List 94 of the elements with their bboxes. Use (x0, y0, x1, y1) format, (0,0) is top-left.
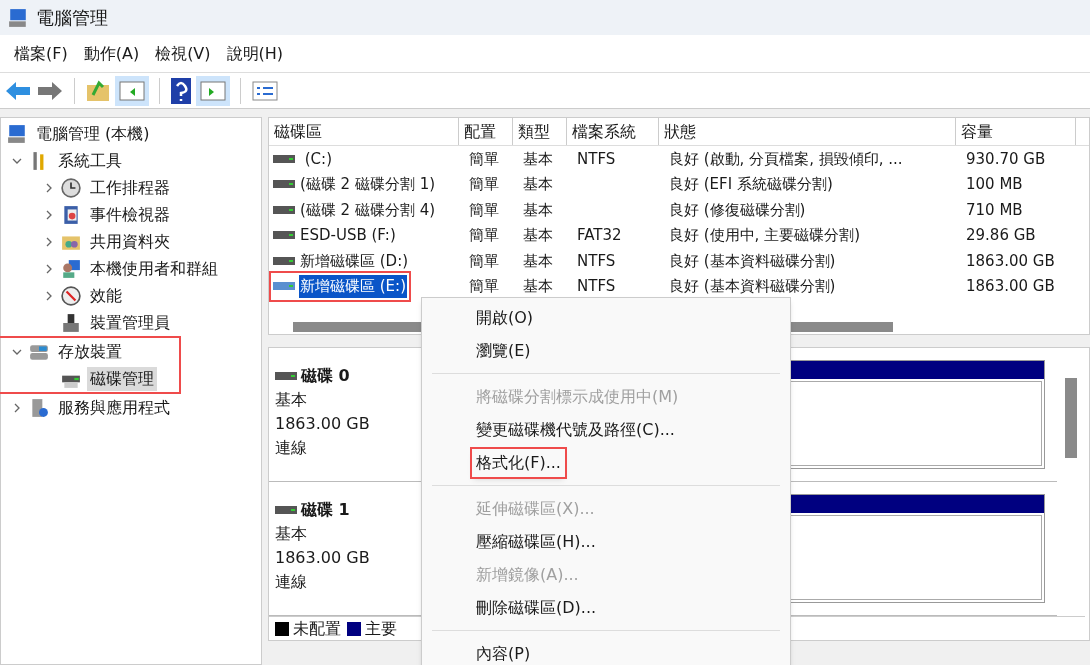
column-header[interactable]: 容量 (956, 118, 1076, 145)
disk-type: 基本 (275, 389, 308, 411)
help-icon[interactable] (170, 76, 192, 105)
tree-item[interactable]: 共用資料夾 (87, 229, 173, 254)
table-cell[interactable]: 新增磁碟區 (D:) (299, 249, 410, 272)
column-header[interactable]: 磁碟區 (269, 118, 459, 145)
table-cell-text: 710 MB (965, 199, 1024, 221)
table-cell-text: NTFS (576, 276, 617, 297)
forward-arrow-icon[interactable] (36, 79, 64, 102)
menu-item[interactable]: 檢視(V) (147, 41, 219, 66)
disk-status: 連線 (275, 571, 308, 593)
table-cell-text: 簡單 (468, 225, 500, 246)
back-arrow-icon[interactable] (4, 79, 32, 102)
table-cell-text: 良好 (啟動, 分頁檔案, 損毀傾印, ... (668, 148, 904, 170)
disk-name: 磁碟 1 (301, 499, 350, 521)
table-cell-text: 基本 (522, 148, 554, 170)
legend-label: 主要 (365, 617, 397, 640)
drive-icon (275, 371, 297, 381)
log-book-icon (61, 204, 81, 225)
clock-icon (61, 177, 81, 198)
drive-icon (273, 281, 295, 292)
table-cell-text: FAT32 (576, 225, 623, 246)
table-cell-text: 29.86 GB (965, 225, 1037, 246)
table-cell-text: NTFS (576, 250, 617, 272)
tree-item[interactable]: 裝置管理員 (87, 310, 173, 335)
tree-item[interactable]: 服務與應用程式 (55, 395, 173, 420)
table-cell-text: 簡單 (468, 174, 500, 195)
device-icon (61, 312, 81, 333)
table-cell-text: 基本 (522, 250, 554, 272)
disk-type: 基本 (275, 523, 308, 545)
drive-icon (273, 179, 295, 190)
drive-icon (273, 204, 295, 215)
menu-item[interactable]: 刪除磁碟區(D)... (472, 593, 601, 622)
gauge-icon (61, 285, 81, 306)
table-cell-text: 良好 (基本資料磁碟分割) (668, 250, 837, 272)
table-cell-text: 100 MB (965, 174, 1024, 195)
tree-item[interactable]: 本機使用者和群組 (87, 256, 221, 281)
table-cell-text: 簡單 (468, 276, 500, 297)
table-cell-text: 良好 (EFI 系統磁碟分割) (668, 174, 834, 195)
drive-icon (273, 153, 295, 164)
table-cell-text: 基本 (522, 199, 554, 221)
tree-item[interactable]: 工作排程器 (87, 175, 173, 200)
table-cell-text: 基本 (522, 276, 554, 297)
checklist-icon[interactable] (251, 78, 279, 103)
table-cell[interactable]: (C:) (299, 147, 333, 170)
drive-icon (273, 230, 295, 241)
table-cell[interactable]: 新增磁碟區 (E:) (299, 275, 407, 298)
table-cell[interactable]: (磁碟 2 磁碟分割 4) (299, 198, 437, 221)
disk-size: 1863.00 GB (275, 547, 371, 569)
menu-item[interactable]: 內容(P) (472, 639, 535, 665)
legend-label: 未配置 (293, 617, 341, 640)
computer-icon (7, 123, 27, 144)
disk-status: 連線 (275, 437, 308, 459)
drive-icon (275, 505, 297, 515)
window-title: 電腦管理 (36, 6, 108, 30)
menu-item[interactable]: 開啟(O) (472, 303, 538, 332)
column-header[interactable]: 檔案系統 (567, 118, 659, 145)
menu-item[interactable]: 壓縮磁碟區(H)... (472, 527, 600, 556)
table-cell-text: 基本 (522, 225, 554, 246)
menu-item[interactable]: 動作(A) (75, 41, 148, 66)
column-header[interactable]: 狀態 (659, 118, 956, 145)
table-cell-text: 良好 (使用中, 主要磁碟分割) (668, 225, 861, 246)
menu-item[interactable]: 瀏覽(E) (472, 336, 535, 365)
table-cell-text: 1863.00 GB (965, 250, 1056, 272)
table-cell-text: 930.70 GB (965, 148, 1047, 170)
scrollbar-thumb[interactable] (1065, 378, 1077, 458)
table-cell-text: 簡單 (468, 199, 500, 221)
users-icon (61, 258, 81, 279)
computer-icon (8, 7, 28, 28)
tree-item[interactable]: 電腦管理 (本機) (33, 121, 153, 146)
menu-item[interactable]: 格式化(F)... (472, 448, 565, 477)
table-cell[interactable]: (磁碟 2 磁碟分割 1) (299, 173, 437, 196)
column-header[interactable]: 類型 (513, 118, 567, 145)
tree-item[interactable]: 效能 (87, 283, 125, 308)
table-cell-text: 簡單 (468, 148, 500, 170)
table-cell-text: 良好 (修復磁碟分割) (668, 199, 807, 221)
menu-item[interactable]: 說明(H) (218, 41, 292, 66)
table-cell-text: 1863.00 GB (965, 276, 1056, 297)
table-cell-text: 基本 (522, 174, 554, 195)
menu-item[interactable]: 變更磁碟機代號及路徑(C)... (472, 415, 679, 444)
tree-item[interactable]: 存放裝置 (55, 339, 125, 364)
disk-size: 1863.00 GB (275, 413, 371, 435)
tree-item[interactable]: 事件檢視器 (87, 202, 173, 227)
table-cell-text: NTFS (576, 148, 617, 170)
table-cell-text: 良好 (基本資料磁碟分割) (668, 276, 837, 297)
column-header[interactable]: 配置 (459, 118, 513, 145)
folder-up-icon[interactable] (85, 78, 111, 103)
tree-item[interactable]: 系統工具 (55, 148, 125, 173)
table-cell[interactable]: ESD-USB (F:) (299, 224, 397, 247)
drive-icon (273, 255, 295, 266)
tree-item[interactable]: 磁碟管理 (87, 366, 157, 391)
disk-name: 磁碟 0 (301, 365, 350, 387)
table-cell-text: 簡單 (468, 250, 500, 272)
menu-item[interactable]: 檔案(F) (6, 41, 76, 66)
